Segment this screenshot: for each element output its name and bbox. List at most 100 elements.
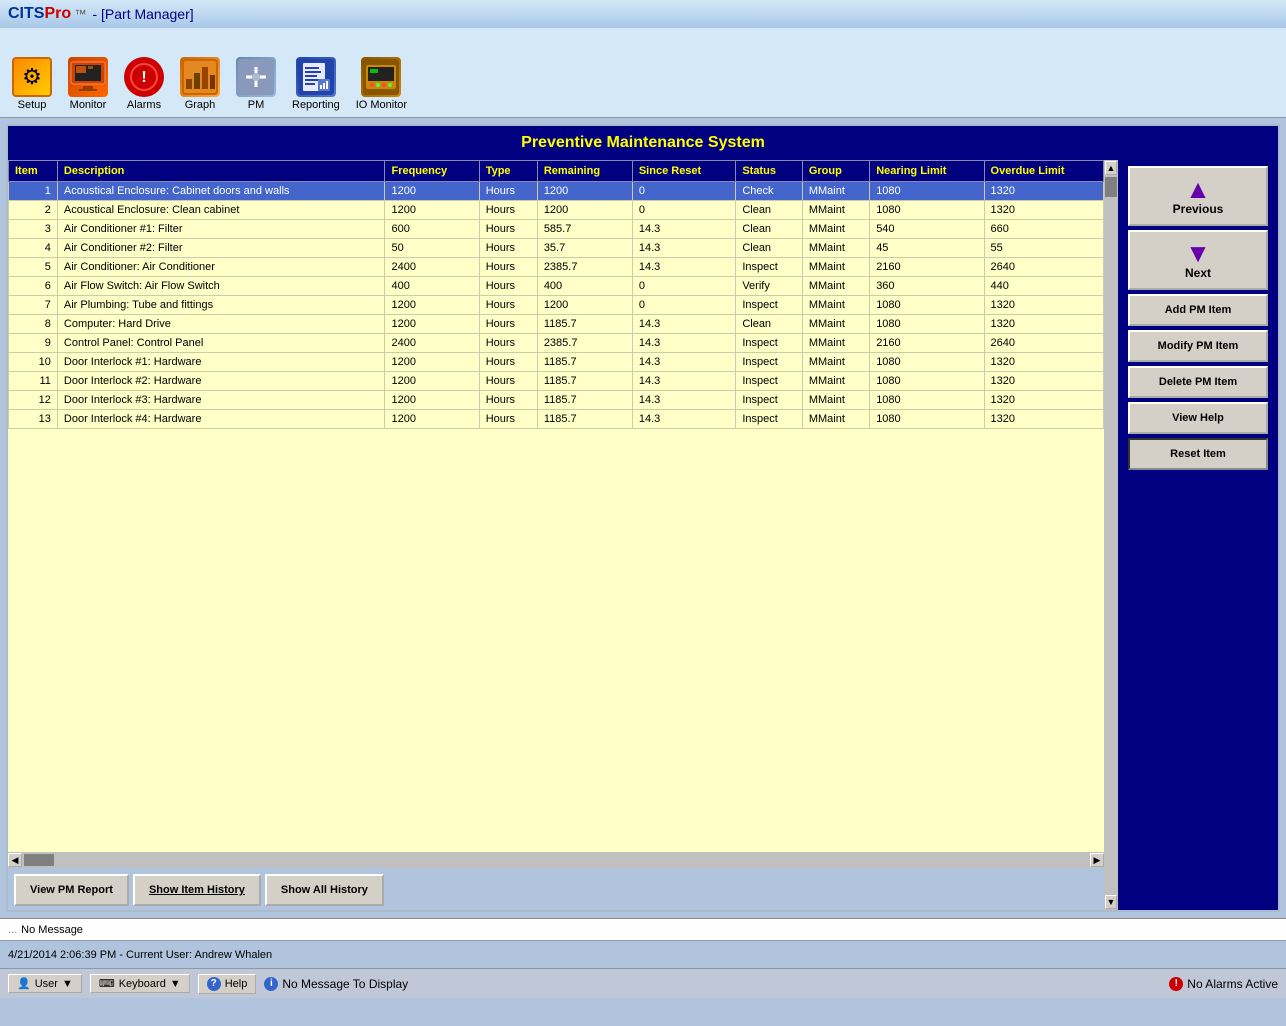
- reporting-label: Reporting: [292, 99, 340, 111]
- cell-type: Hours: [479, 239, 537, 258]
- cell-item: 4: [9, 239, 58, 258]
- cell-item: 10: [9, 353, 58, 372]
- cell-status: Inspect: [736, 334, 803, 353]
- cell-nearing-limit: 1080: [870, 391, 984, 410]
- pm-sidebar: ▲ Previous ▼ Next Add PM Item Modify PM …: [1118, 160, 1278, 910]
- cell-description: Air Flow Switch: Air Flow Switch: [57, 277, 385, 296]
- cell-type: Hours: [479, 296, 537, 315]
- table-row[interactable]: 2 Acoustical Enclosure: Clean cabinet 12…: [9, 201, 1104, 220]
- cell-status: Clean: [736, 201, 803, 220]
- scroll-arrow-left[interactable]: ◀: [8, 853, 22, 867]
- table-row[interactable]: 13 Door Interlock #4: Hardware 1200 Hour…: [9, 410, 1104, 429]
- cell-item: 7: [9, 296, 58, 315]
- toolbar-item-graph[interactable]: Graph: [174, 55, 226, 113]
- cell-item: 6: [9, 277, 58, 296]
- cell-status: Inspect: [736, 410, 803, 429]
- cell-nearing-limit: 2160: [870, 258, 984, 277]
- scroll-arrow-right[interactable]: ▶: [1090, 853, 1104, 867]
- pm-icon: [236, 57, 276, 97]
- table-row[interactable]: 3 Air Conditioner #1: Filter 600 Hours 5…: [9, 220, 1104, 239]
- show-item-history-button[interactable]: Show Item History: [133, 874, 261, 906]
- previous-button[interactable]: ▲ Previous: [1128, 166, 1268, 226]
- table-row[interactable]: 10 Door Interlock #1: Hardware 1200 Hour…: [9, 353, 1104, 372]
- alarms-icon: !: [124, 57, 164, 97]
- col-type: Type: [479, 161, 537, 182]
- cell-remaining: 1200: [537, 182, 632, 201]
- cell-since-reset: 14.3: [632, 258, 735, 277]
- cell-item: 1: [9, 182, 58, 201]
- cell-overdue-limit: 660: [984, 220, 1103, 239]
- next-button[interactable]: ▼ Next: [1128, 230, 1268, 290]
- table-row[interactable]: 6 Air Flow Switch: Air Flow Switch 400 H…: [9, 277, 1104, 296]
- show-all-history-button[interactable]: Show All History: [265, 874, 384, 906]
- cell-type: Hours: [479, 410, 537, 429]
- arrow-up-icon: ▲: [1134, 176, 1262, 202]
- toolbar-item-alarms[interactable]: ! Alarms: [118, 55, 170, 113]
- cell-item: 8: [9, 315, 58, 334]
- pm-table-wrapper[interactable]: Item Description Frequency Type Remainin…: [8, 160, 1104, 852]
- cell-overdue-limit: 55: [984, 239, 1103, 258]
- cell-since-reset: 0: [632, 296, 735, 315]
- cell-group: MMaint: [802, 182, 869, 201]
- keyboard-button[interactable]: ⌨ Keyboard ▼: [90, 974, 190, 993]
- cell-nearing-limit: 1080: [870, 315, 984, 334]
- delete-pm-item-button[interactable]: Delete PM Item: [1128, 366, 1268, 398]
- scroll-arrow-down[interactable]: ▼: [1105, 895, 1117, 909]
- table-row[interactable]: 9 Control Panel: Control Panel 2400 Hour…: [9, 334, 1104, 353]
- cell-group: MMaint: [802, 391, 869, 410]
- cell-overdue-limit: 2640: [984, 258, 1103, 277]
- cell-description: Door Interlock #3: Hardware: [57, 391, 385, 410]
- toolbar-item-iomonitor[interactable]: IO Monitor: [350, 55, 413, 113]
- user-button[interactable]: 👤 User ▼: [8, 974, 82, 993]
- cell-nearing-limit: 1080: [870, 372, 984, 391]
- cell-description: Air Conditioner #1: Filter: [57, 220, 385, 239]
- cell-status: Clean: [736, 239, 803, 258]
- cell-remaining: 1185.7: [537, 315, 632, 334]
- cell-item: 3: [9, 220, 58, 239]
- cell-frequency: 1200: [385, 372, 479, 391]
- toolbar-item-monitor[interactable]: Monitor: [62, 55, 114, 113]
- scroll-thumb-h[interactable]: [24, 854, 54, 866]
- table-row[interactable]: 4 Air Conditioner #2: Filter 50 Hours 35…: [9, 239, 1104, 258]
- toolbar-item-pm[interactable]: PM: [230, 55, 282, 113]
- cell-item: 13: [9, 410, 58, 429]
- table-row[interactable]: 12 Door Interlock #3: Hardware 1200 Hour…: [9, 391, 1104, 410]
- toolbar: ⚙ Setup Monitor ! Alarms Graph PM Report…: [0, 28, 1286, 118]
- view-help-button[interactable]: View Help: [1128, 402, 1268, 434]
- footer: 4/21/2014 2:06:39 PM - Current User: And…: [0, 940, 1286, 968]
- toolbar-item-reporting[interactable]: Reporting: [286, 55, 346, 113]
- table-row[interactable]: 11 Door Interlock #2: Hardware 1200 Hour…: [9, 372, 1104, 391]
- cell-description: Air Conditioner #2: Filter: [57, 239, 385, 258]
- col-item: Item: [9, 161, 58, 182]
- scroll-arrow-up[interactable]: ▲: [1105, 161, 1117, 175]
- cell-description: Door Interlock #2: Hardware: [57, 372, 385, 391]
- col-group: Group: [802, 161, 869, 182]
- reset-item-button[interactable]: Reset Item: [1128, 438, 1268, 470]
- col-overdue-limit: Overdue Limit: [984, 161, 1103, 182]
- cell-remaining: 2385.7: [537, 258, 632, 277]
- table-row[interactable]: 1 Acoustical Enclosure: Cabinet doors an…: [9, 182, 1104, 201]
- monitor-label: Monitor: [70, 99, 107, 111]
- table-row[interactable]: 8 Computer: Hard Drive 1200 Hours 1185.7…: [9, 315, 1104, 334]
- iomonitor-icon: [361, 57, 401, 97]
- cell-nearing-limit: 2160: [870, 334, 984, 353]
- table-scroll-h[interactable]: ◀ ▶: [8, 852, 1104, 868]
- table-row[interactable]: 7 Air Plumbing: Tube and fittings 1200 H…: [9, 296, 1104, 315]
- no-message-display: i No Message To Display: [264, 977, 408, 991]
- view-pm-report-button[interactable]: View PM Report: [14, 874, 129, 906]
- modify-pm-item-button[interactable]: Modify PM Item: [1128, 330, 1268, 362]
- help-button[interactable]: ? Help: [198, 974, 257, 994]
- scroll-thumb-v[interactable]: [1105, 177, 1117, 197]
- monitor-icon: [68, 57, 108, 97]
- vertical-scrollbar[interactable]: ▲ ▼: [1104, 160, 1118, 910]
- table-row[interactable]: 5 Air Conditioner: Air Conditioner 2400 …: [9, 258, 1104, 277]
- keyboard-label: Keyboard: [119, 978, 166, 990]
- cell-status: Clean: [736, 315, 803, 334]
- cell-item: 11: [9, 372, 58, 391]
- toolbar-item-setup[interactable]: ⚙ Setup: [6, 55, 58, 113]
- cell-frequency: 1200: [385, 315, 479, 334]
- add-pm-item-button[interactable]: Add PM Item: [1128, 294, 1268, 326]
- col-description: Description: [57, 161, 385, 182]
- cell-item: 2: [9, 201, 58, 220]
- reporting-icon: [296, 57, 336, 97]
